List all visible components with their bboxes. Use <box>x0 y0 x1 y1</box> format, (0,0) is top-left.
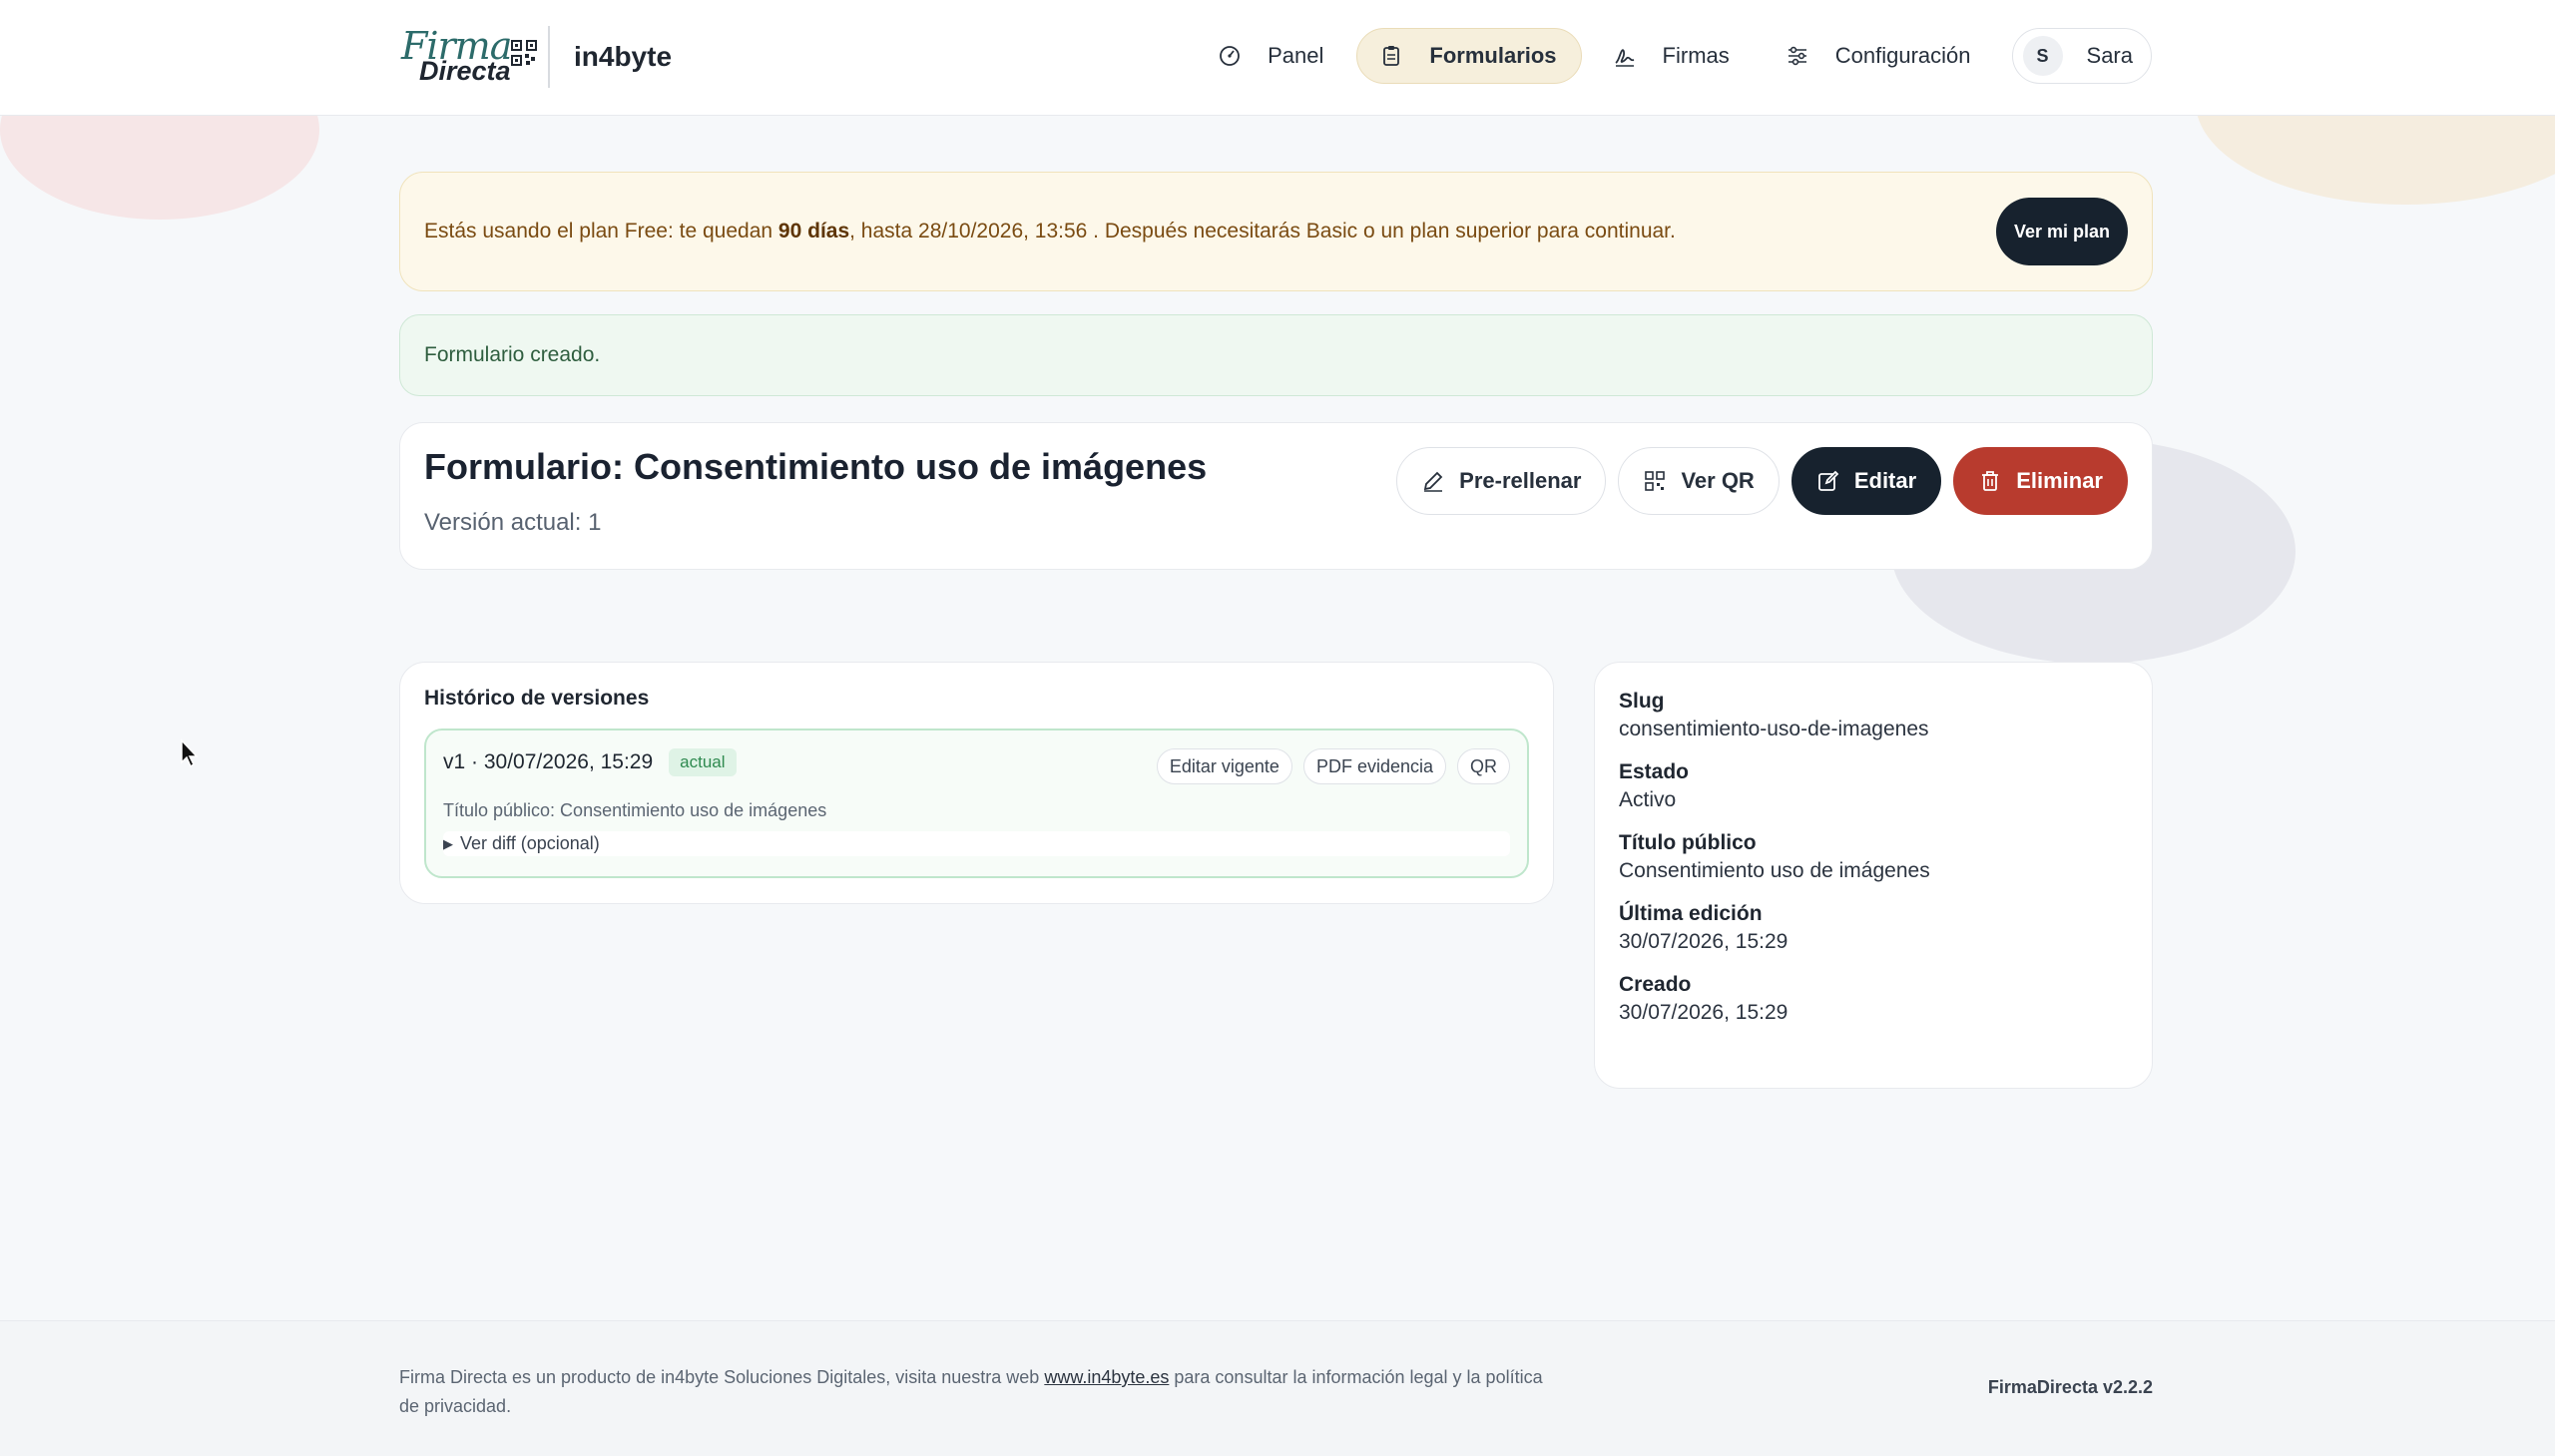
clipboard-icon <box>1383 46 1400 66</box>
meta-value: Activo <box>1619 788 1677 811</box>
diff-label: Ver diff (opcional) <box>460 833 600 853</box>
user-name: Sara <box>2086 43 2133 68</box>
version-item: v1 · 30/07/2026, 15:29 actual Editar vig… <box>424 728 1529 878</box>
diff-toggle[interactable]: ▶ Ver diff (opcional) <box>443 831 1510 856</box>
avatar: S <box>2022 36 2063 76</box>
edit-current-button[interactable]: Editar vigente <box>1156 748 1292 784</box>
view-qr-label: Ver QR <box>1681 468 1755 493</box>
plan-banner-text: Estás usando el plan Free: te quedan 90 … <box>424 220 1996 243</box>
version-history-card: Histórico de versiones v1 · 30/07/2026, … <box>399 662 1554 904</box>
nav-item-label: Firmas <box>1662 43 1730 68</box>
form-metadata-card: Slug consentimiento-uso-de-imagenes Esta… <box>1594 662 2153 1089</box>
firma-directa-logo[interactable]: Firma Directa <box>399 24 537 90</box>
meta-value: 30/07/2026, 15:29 <box>1619 1001 1788 1024</box>
app-version: FirmaDirecta v2.2.2 <box>1987 1377 2153 1397</box>
org-name: in4byte <box>574 41 673 72</box>
logo-text-bottom: Directa <box>419 56 511 86</box>
meta-key: Creado <box>1619 973 1692 996</box>
meta-created: Creado 30/07/2026, 15:29 <box>1619 973 2128 1025</box>
nav-item-firmas[interactable]: Firmas <box>1590 28 1755 84</box>
brand-divider <box>548 26 550 88</box>
nav-item-panel[interactable]: Panel <box>1195 28 1348 84</box>
meta-key: Título público <box>1619 831 1757 854</box>
meta-value: consentimiento-uso-de-imagenes <box>1619 718 1929 740</box>
user-menu[interactable]: S Sara <box>2011 28 2152 84</box>
company-website-link[interactable]: www.in4byte.es <box>1044 1367 1169 1387</box>
qr-icon <box>1645 471 1666 491</box>
meta-value: 30/07/2026, 15:29 <box>1619 930 1788 953</box>
version-label: v1 · 30/07/2026, 15:29 <box>443 750 654 773</box>
version-actions: Editar vigente PDF evidencia QR <box>1156 748 1510 784</box>
plan-days-left: 90 días <box>777 220 850 243</box>
triangle-right-icon: ▶ <box>443 835 453 851</box>
meta-value: Consentimiento uso de imágenes <box>1619 859 1930 882</box>
form-actions: Pre-rellenar Ver QR Editar Eliminar <box>1396 447 2128 515</box>
pencil-icon <box>1424 471 1443 492</box>
delete-button[interactable]: Eliminar <box>1953 447 2128 515</box>
footer-text: Firma Directa es un producto de in4byte … <box>399 1363 1547 1421</box>
footer-text-before: Firma Directa es un producto de in4byte … <box>399 1367 1045 1387</box>
meta-slug: Slug consentimiento-uso-de-imagenes <box>1619 690 2128 741</box>
plan-banner: Estás usando el plan Free: te quedan 90 … <box>399 172 2153 291</box>
view-qr-button[interactable]: Ver QR <box>1618 447 1780 515</box>
edit-label: Editar <box>1853 468 1917 493</box>
qr-icon <box>511 40 537 66</box>
prefill-button[interactable]: Pre-rellenar <box>1396 447 1607 515</box>
prefill-label: Pre-rellenar <box>1459 468 1582 493</box>
meta-key: Última edición <box>1619 902 1763 925</box>
version-qr-button[interactable]: QR <box>1457 748 1510 784</box>
nav-item-formularios[interactable]: Formularios <box>1356 28 1582 84</box>
form-header-card: Formulario: Consentimiento uso de imágen… <box>399 422 2153 570</box>
brand[interactable]: Firma Directa in4byte <box>399 24 672 90</box>
plan-text-after: , hasta 28/10/2026, 13:56 . Después nece… <box>849 220 1676 243</box>
page-footer: Firma Directa es un producto de in4byte … <box>0 1320 2555 1456</box>
main-nav: Panel Formularios Firmas Configuración S… <box>1195 28 2152 84</box>
view-plan-button[interactable]: Ver mi plan <box>1995 198 2128 265</box>
meta-public-title: Título público Consentimiento uso de imá… <box>1619 831 2128 883</box>
top-navbar: Firma Directa in4byte Panel Formularios … <box>0 0 2555 116</box>
meta-last-edit: Última edición 30/07/2026, 15:29 <box>1619 902 2128 954</box>
nav-item-label: Configuración <box>1834 43 1971 68</box>
success-flash: Formulario creado. <box>399 314 2153 396</box>
meta-key: Slug <box>1619 690 1665 713</box>
edit-button[interactable]: Editar <box>1790 447 1942 515</box>
delete-label: Eliminar <box>2016 468 2103 493</box>
meta-estado: Estado Activo <box>1619 760 2128 812</box>
signature-icon <box>1614 49 1634 67</box>
nav-item-label: Panel <box>1268 43 1324 68</box>
history-title: Histórico de versiones <box>424 687 650 710</box>
trash-icon <box>1982 471 1999 491</box>
nav-item-configuracion[interactable]: Configuración <box>1763 28 1996 84</box>
sliders-icon <box>1788 46 1806 66</box>
nav-item-label: Formularios <box>1429 43 1557 68</box>
mouse-cursor-icon <box>181 738 199 768</box>
meta-key: Estado <box>1619 760 1690 783</box>
pdf-evidence-button[interactable]: PDF evidencia <box>1302 748 1446 784</box>
gauge-icon <box>1220 46 1241 66</box>
status-badge: actual <box>669 748 737 776</box>
edit-icon <box>1817 470 1839 491</box>
version-public-title: Título público: Consentimiento uso de im… <box>443 800 827 820</box>
plan-text-before: Estás usando el plan Free: te quedan <box>424 220 778 243</box>
